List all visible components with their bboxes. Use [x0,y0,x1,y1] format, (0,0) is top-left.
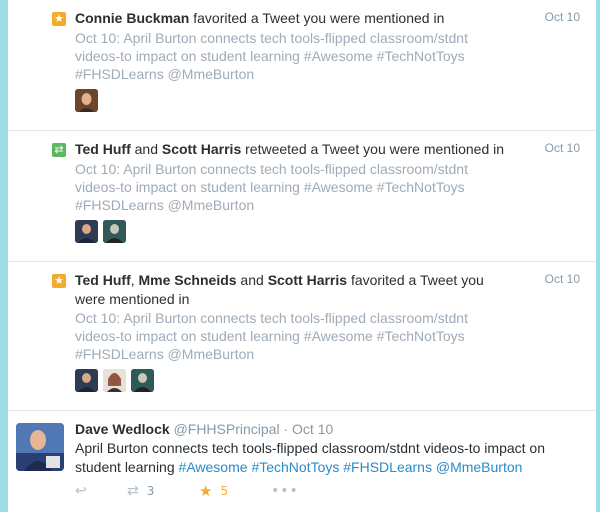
avatar[interactable] [75,369,98,392]
star-icon: ★ [199,482,213,500]
notification-date: Oct 10 [544,272,580,286]
header-separator: · [279,421,293,437]
notification-action: retweeted a Tweet you were mentioned in [245,141,505,157]
notification-action: favorited a Tweet you were mentioned in [193,10,445,26]
star-icon: ★ [52,12,66,26]
avatar-row [75,220,126,243]
user-link[interactable]: Scott Harris [162,141,241,157]
avatar-row [75,89,98,112]
more-icon: ••• [271,483,299,499]
avatar[interactable] [16,423,64,471]
avatar[interactable] [103,369,126,392]
user-link[interactable]: Scott Harris [268,272,347,288]
avatar[interactable] [131,369,154,392]
quoted-tweet[interactable]: Oct 10: April Burton connects tech tools… [75,160,515,214]
avatar-row [75,369,154,392]
more-button[interactable]: ••• [271,483,299,499]
reply-button[interactable]: ↩ [75,483,127,499]
quoted-tweet[interactable]: Oct 10: April Burton connects tech tools… [75,309,515,363]
retweet-icon: ⇄ [127,483,139,499]
quoted-tweet[interactable]: Oct 10: April Burton connects tech tools… [75,29,515,83]
reply-icon: ↩ [75,483,87,499]
mention-link[interactable]: @MmeBurton [436,459,523,475]
name-separator: and [236,272,268,288]
avatar[interactable] [103,220,126,243]
tweet-actions: ↩ ⇄ 3 ★ 5 ••• [75,482,299,500]
hashtag-link[interactable]: #TechNotToys [251,459,339,475]
notification-header: Ted Huff and Scott Harris retweeted a Tw… [75,140,515,159]
tweet-date[interactable]: Oct 10 [292,421,333,437]
hashtag-link[interactable]: #Awesome [179,459,248,475]
retweet-count: 3 [146,484,155,498]
tweet-text: April Burton connects tech tools-flipped… [75,439,555,477]
hashtag-link[interactable]: #FHSDLearns [343,459,432,475]
avatar[interactable] [75,89,98,112]
notification-item[interactable]: ⇄ Ted Huff and Scott Harris retweeted a … [8,131,596,262]
retweet-icon: ⇄ [52,143,66,157]
favorite-button[interactable]: ★ 5 [199,482,271,500]
notification-header: Connie Buckman favorited a Tweet you wer… [75,9,515,28]
author-handle[interactable]: @FHHSPrincipal [174,421,280,437]
notifications-panel: ★ Connie Buckman favorited a Tweet you w… [8,0,596,512]
user-link[interactable]: Ted Huff [75,141,131,157]
author-name[interactable]: Dave Wedlock [75,421,170,437]
notification-date: Oct 10 [544,10,580,24]
name-separator: , [130,272,139,288]
notification-date: Oct 10 [544,141,580,155]
notification-item[interactable]: ★ Ted Huff, Mme Schneids and Scott Harri… [8,262,596,411]
avatar[interactable] [75,220,98,243]
tweet-header: Dave Wedlock @FHHSPrincipal · Oct 10 [75,420,333,439]
name-separator: and [130,141,162,157]
notification-header: Ted Huff, Mme Schneids and Scott Harris … [75,271,515,309]
star-icon: ★ [52,274,66,288]
favorite-count: 5 [220,484,229,498]
user-link[interactable]: Connie Buckman [75,10,189,26]
notification-item[interactable]: ★ Connie Buckman favorited a Tweet you w… [8,0,596,131]
retweet-button[interactable]: ⇄ 3 [127,483,199,499]
user-link[interactable]: Ted Huff [75,272,131,288]
user-link[interactable]: Mme Schneids [139,272,237,288]
